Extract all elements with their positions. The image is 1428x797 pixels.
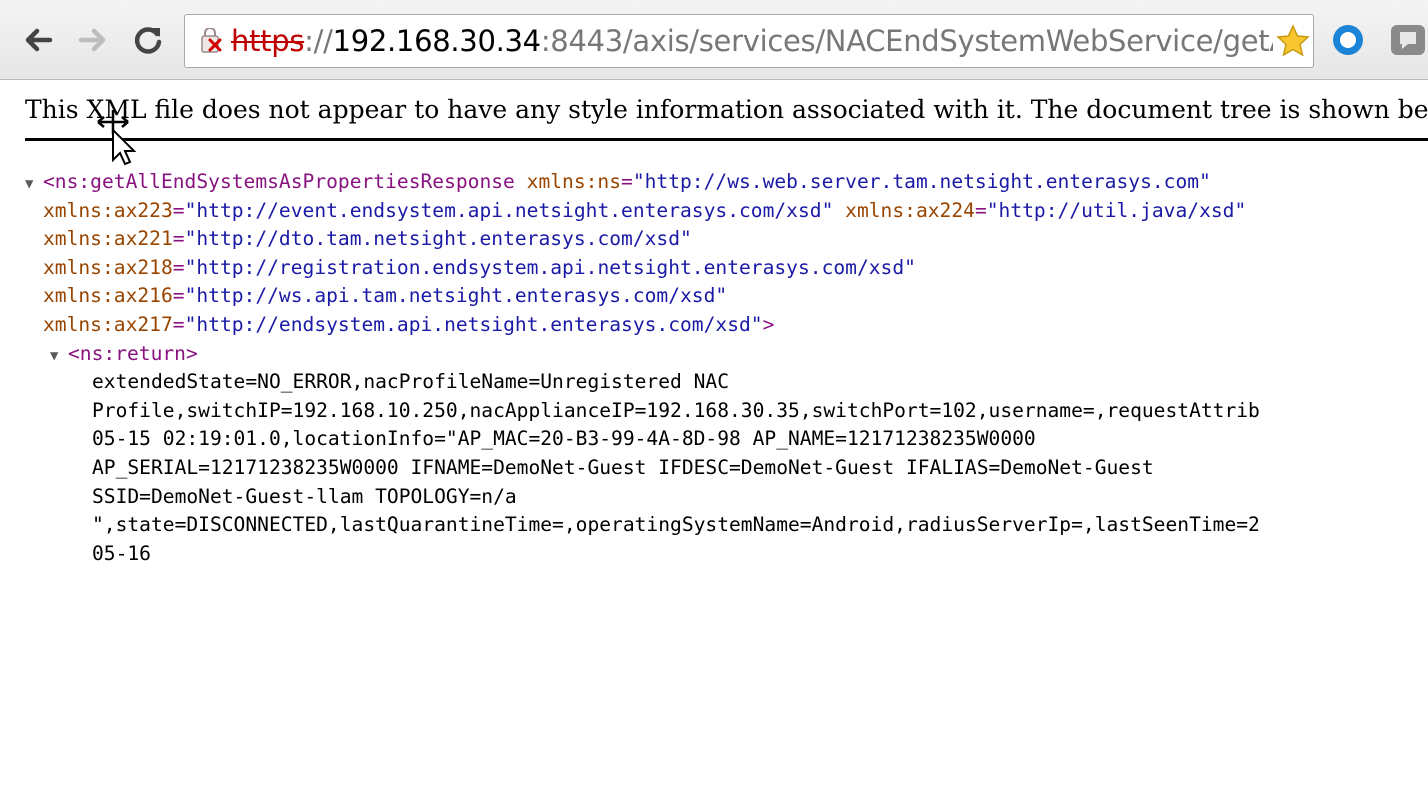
xml-text-line: AP_SERIAL=12171238235W0000 IFNAME=DemoNe… — [92, 456, 1154, 479]
insecure-site-icon — [201, 28, 222, 53]
xml-attr-line: xmlns:ax218="http://registration.endsyst… — [43, 255, 916, 279]
xml-attr-value: "http://registration.endsystem.api.netsi… — [184, 255, 916, 279]
xml-root-close-bracket: > — [762, 313, 775, 336]
notice-divider — [25, 138, 1428, 141]
url-separator: :// — [304, 24, 333, 58]
xml-text-line: 05-16 — [92, 541, 151, 565]
back-arrow-icon — [25, 28, 53, 52]
xml-attr-name: xmlns:ax224 — [845, 198, 975, 222]
xml-text-line: extendedState=NO_ERROR,nacProfileName=Un… — [92, 370, 730, 394]
xml-document-tree: ▼ <ns:getAllEndSystemsAsPropertiesRespons… — [0, 168, 1428, 797]
forward-arrow-icon — [78, 28, 106, 52]
xml-attr-name: xmlns:ax218 — [43, 255, 173, 279]
xml-attr-name: xmlns:ax216 — [43, 284, 173, 308]
url-host: 192.168.30.34 — [332, 24, 542, 58]
address-bar[interactable]: https://192.168.30.34:8443/axis/services… — [184, 14, 1314, 68]
extension-ring-icon[interactable] — [1330, 22, 1366, 58]
xml-attr-value: "http://ws.api.tam.netsight.enterasys.co… — [184, 284, 728, 308]
back-button[interactable] — [18, 20, 58, 60]
xml-text-line: 05-15 02:19:01.0,locationInfo="AP_MAC=20… — [92, 427, 1036, 451]
xml-attr-line: xmlns:ax216="http://ws.api.tam.netsight.… — [43, 284, 728, 308]
collapse-triangle-icon[interactable]: ▼ — [25, 170, 43, 199]
xml-attr-value: "http://event.endsystem.api.netsight.ent… — [184, 198, 834, 222]
xml-attr-value: "http://endsystem.api.netsight.enterasys… — [184, 313, 763, 336]
xml-style-notice: This XML file does not appear to have an… — [25, 95, 1428, 124]
reload-icon — [134, 27, 162, 54]
xml-return-line: ▼ <ns:return> — [50, 340, 198, 369]
xml-attr-line: xmlns:ax217="http://endsystem.api.netsig… — [43, 313, 775, 336]
url-text: https://192.168.30.34:8443/axis/services… — [231, 23, 1313, 59]
xml-attr-name: xmlns:ax217 — [43, 313, 173, 336]
xml-root-line: ▼ <ns:getAllEndSystemsAsPropertiesRespons… — [25, 168, 1211, 197]
xml-root-tag: <ns:getAllEndSystemsAsPropertiesResponse — [43, 170, 515, 193]
bookmark-star-button[interactable] — [1273, 21, 1313, 61]
xml-attr-value: "http://dto.tam.netsight.enterasys.com/x… — [184, 227, 692, 251]
xml-attr-name: xmlns:ax223 — [43, 198, 173, 222]
xml-attr-line: xmlns:ax221="http://dto.tam.netsight.ent… — [43, 227, 692, 251]
bookmark-star-icon — [1276, 24, 1310, 57]
xml-text-line: ",state=DISCONNECTED,lastQuarantineTime=… — [92, 513, 1260, 537]
xml-attr-value: "http://util.java/xsd" — [986, 198, 1247, 222]
url-path: :8443/axis/services/NACEndSystemWebServi… — [540, 24, 1313, 58]
xml-attr-name: xmlns:ns — [526, 170, 622, 193]
collapse-triangle-icon[interactable]: ▼ — [50, 342, 68, 371]
xml-attr-name: xmlns:ax221 — [43, 227, 173, 251]
xml-attr-value: "http://ws.web.server.tam.netsight.enter… — [632, 170, 1211, 193]
browser-toolbar: https://192.168.30.34:8443/axis/services… — [0, 0, 1428, 80]
xml-attr-line: xmlns:ax223="http://event.endsystem.api.… — [43, 198, 1247, 222]
xml-return-tag: <ns:return> — [68, 341, 198, 365]
url-scheme: https — [231, 24, 305, 58]
extension-chat-icon[interactable] — [1388, 22, 1428, 58]
forward-button[interactable] — [73, 20, 113, 60]
xml-text-line: SSID=DemoNet-Guest-llam TOPOLOGY=n/a — [92, 484, 517, 508]
reload-button[interactable] — [128, 20, 168, 60]
xml-text-line: Profile,switchIP=192.168.10.250,nacAppli… — [92, 398, 1260, 422]
mouse-cursor-icon — [97, 110, 137, 166]
